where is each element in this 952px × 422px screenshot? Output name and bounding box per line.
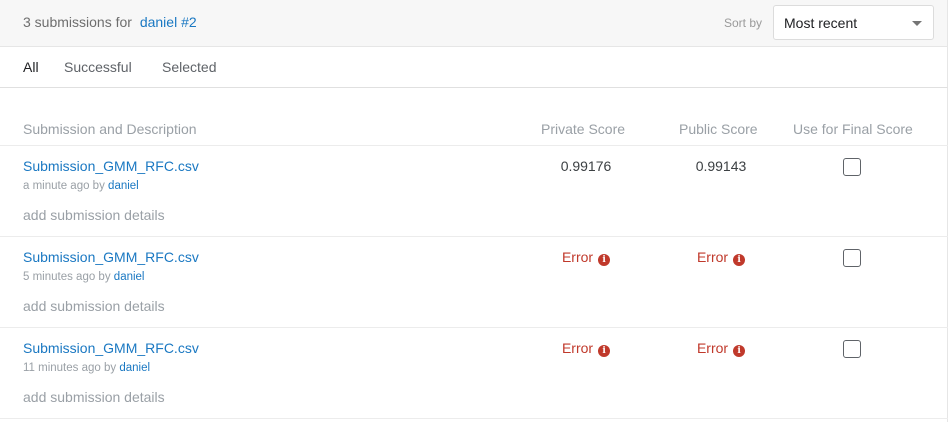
info-icon[interactable]: i: [733, 345, 746, 357]
submission-file-link[interactable]: Submission_GMM_RFC.csv: [23, 340, 199, 356]
caret-down-icon: [912, 21, 922, 26]
column-header-final-score: Use for Final Score: [793, 121, 913, 137]
private-score-error: Error i: [531, 340, 641, 357]
submission-time: 5 minutes ago by: [23, 271, 111, 283]
info-icon[interactable]: i: [598, 254, 611, 266]
public-score-error: Error i: [666, 249, 776, 266]
private-score-error: Error i: [531, 249, 641, 266]
submission-time: a minute ago by: [23, 180, 105, 192]
table-row: Submission_GMM_RFC.csv 11 minutes ago by…: [0, 328, 948, 419]
submissions-header: 3 submissions for daniel #2 Sort by Most…: [0, 0, 948, 47]
add-submission-details-link[interactable]: add submission details: [23, 207, 165, 223]
public-score-error: Error i: [666, 340, 776, 357]
submissions-count-text: 3 submissions for: [23, 14, 132, 30]
sort-by-label: Sort by: [724, 16, 763, 30]
column-header-public-score: Public Score: [679, 121, 758, 137]
public-score: Error: [696, 249, 729, 265]
sort-select-value: Most recent: [784, 15, 858, 31]
private-score: 0.99176: [560, 158, 612, 174]
submissions-count-title: 3 submissions for daniel #2: [23, 14, 197, 30]
team-link[interactable]: daniel #2: [140, 14, 197, 30]
submission-user-link[interactable]: daniel: [108, 180, 139, 192]
final-score-checkbox[interactable]: [843, 158, 861, 176]
submission-time: 11 minutes ago by: [23, 362, 117, 374]
final-score-checkbox[interactable]: [843, 249, 861, 267]
submission-meta: 11 minutes ago by daniel: [23, 362, 150, 374]
info-icon[interactable]: i: [598, 345, 611, 357]
submission-meta: a minute ago by daniel: [23, 180, 139, 192]
sort-select[interactable]: Most recent: [773, 5, 934, 40]
tab-successful[interactable]: Successful: [64, 59, 132, 75]
add-submission-details-link[interactable]: add submission details: [23, 298, 165, 314]
tab-all[interactable]: All: [23, 59, 39, 75]
info-icon[interactable]: i: [733, 254, 746, 266]
table-row: Submission_GMM_RFC.csv 5 minutes ago by …: [0, 237, 948, 328]
public-score: 0.99143: [695, 158, 747, 174]
add-submission-details-link[interactable]: add submission details: [23, 389, 165, 405]
submission-meta: 5 minutes ago by daniel: [23, 271, 145, 283]
public-score: Error: [696, 340, 729, 356]
table-row: Submission_GMM_RFC.csv a minute ago by d…: [0, 146, 948, 237]
tab-selected[interactable]: Selected: [162, 59, 216, 75]
submission-tabs: All Successful Selected: [0, 47, 948, 88]
submission-file-link[interactable]: Submission_GMM_RFC.csv: [23, 158, 199, 174]
private-score: Error: [561, 249, 594, 265]
submission-user-link[interactable]: daniel: [114, 271, 145, 283]
submission-user-link[interactable]: daniel: [119, 362, 150, 374]
private-score: Error: [561, 340, 594, 356]
final-score-checkbox[interactable]: [843, 340, 861, 358]
submission-file-link[interactable]: Submission_GMM_RFC.csv: [23, 249, 199, 265]
column-header-submission: Submission and Description: [23, 121, 197, 137]
column-header-private-score: Private Score: [541, 121, 626, 137]
